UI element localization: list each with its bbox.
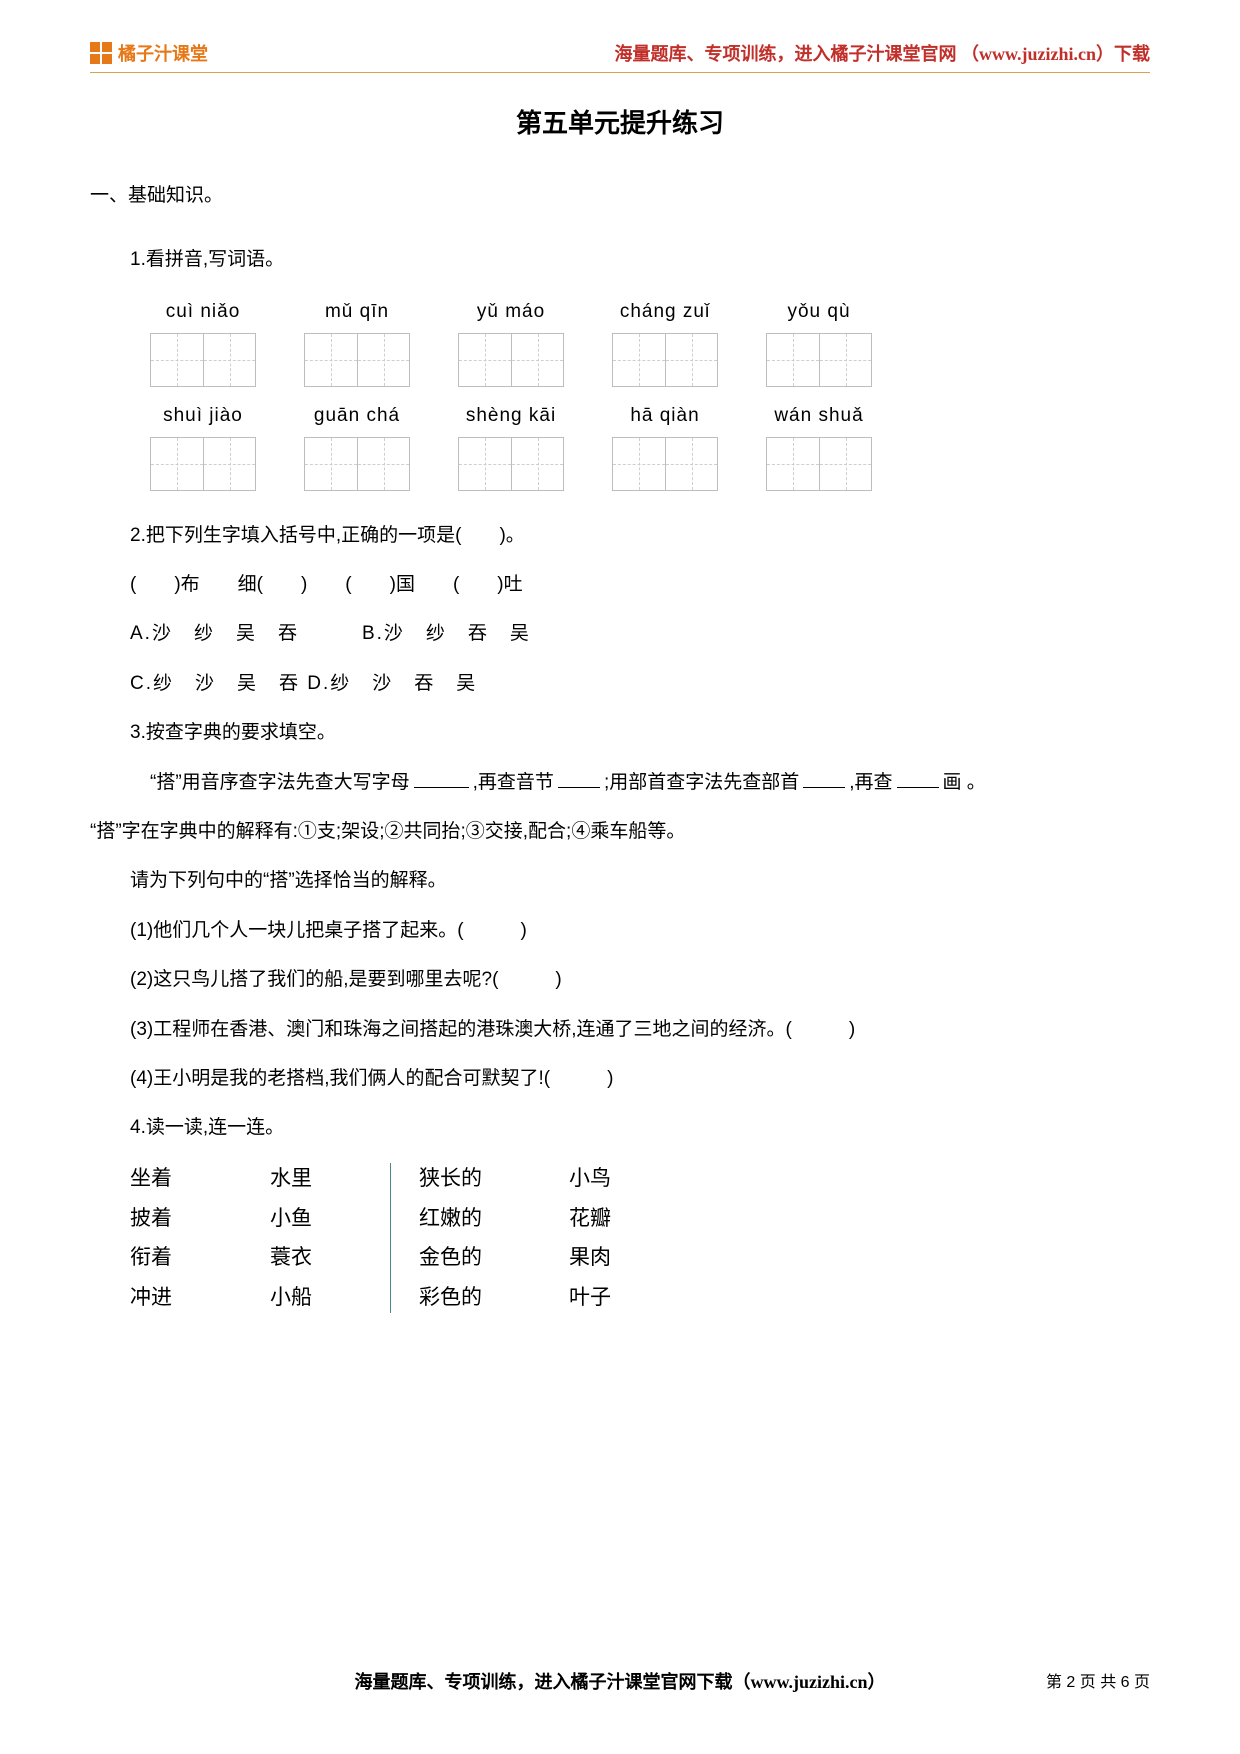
match-col-a: 坐着 披着 衔着 冲进: [130, 1159, 270, 1319]
question-2-options-1: A.沙 纱 吴 吞 B.沙 纱 吞 吴: [130, 609, 1150, 658]
pinyin-label: wán shuǎ: [774, 405, 863, 427]
match-item: 冲进: [130, 1278, 270, 1318]
brand-text: 橘子汁课堂: [118, 40, 208, 66]
write-grid[interactable]: [612, 437, 718, 491]
pinyin-label: yǒu qù: [787, 301, 850, 323]
text: 画 。: [943, 772, 986, 793]
logo-icon: [90, 42, 112, 64]
text: “搭”用音序查字法先查大写字母: [150, 772, 410, 793]
pinyin-item: yǔ máo: [458, 301, 564, 387]
match-item: 彩色的: [419, 1278, 569, 1318]
pinyin-label: yǔ máo: [477, 301, 545, 323]
pinyin-item: mǔ qīn: [304, 301, 410, 387]
write-grid[interactable]: [304, 333, 410, 387]
match-item: 蓑衣: [270, 1238, 380, 1278]
section-heading: 一、基础知识。: [90, 180, 1150, 207]
page-footer: 海量题库、专项训练，进入橘子汁课堂官网下载（www.juzizhi.cn） 第 …: [0, 1668, 1240, 1694]
question-4: 4.读一读,连一连。: [130, 1103, 1150, 1152]
match-item: 叶子: [569, 1278, 679, 1318]
write-grid[interactable]: [458, 333, 564, 387]
pinyin-row-1: cuì niǎo mǔ qīn yǔ máo cháng zuǐ yǒu qù: [90, 301, 1150, 387]
page-title: 第五单元提升练习: [90, 103, 1150, 140]
pinyin-label: guān chá: [314, 405, 400, 427]
match-item: 金色的: [419, 1238, 569, 1278]
pinyin-item: shuì jiào: [150, 405, 256, 491]
write-grid[interactable]: [458, 437, 564, 491]
question-3-fill: “搭”用音序查字法先查大写字母 ,再查音节 ;用部首查字法先查部首 ,再查 画 。: [90, 758, 1150, 807]
question-2-blanks: ( )布 细( ) ( )国 ( )吐: [130, 560, 1150, 609]
pinyin-label: shèng kāi: [466, 405, 556, 427]
pinyin-label: mǔ qīn: [325, 301, 389, 323]
write-grid[interactable]: [766, 437, 872, 491]
question-1: 1.看拼音,写词语。: [130, 237, 1150, 283]
write-grid[interactable]: [150, 333, 256, 387]
pinyin-item: guān chá: [304, 405, 410, 491]
question-3-sub4: (4)王小明是我的老搭档,我们俩人的配合可默契了!( ): [130, 1054, 1150, 1103]
pinyin-label: cháng zuǐ: [620, 301, 710, 323]
footer-text: 海量题库、专项训练，进入橘子汁课堂官网下载（www.juzizhi.cn）: [355, 1672, 886, 1692]
match-item: 果肉: [569, 1238, 679, 1278]
match-item: 红嫩的: [419, 1199, 569, 1239]
page-header: 橘子汁课堂 海量题库、专项训练，进入橘子汁课堂官网 （www.juzizhi.c…: [90, 40, 1150, 73]
pinyin-item: wán shuǎ: [766, 405, 872, 491]
match-col-c: 狭长的 红嫩的 金色的 彩色的: [419, 1159, 569, 1319]
pinyin-item: yǒu qù: [766, 301, 872, 387]
match-col-d: 小鸟 花瓣 果肉 叶子: [569, 1159, 679, 1319]
question-2: 2.把下列生字填入括号中,正确的一项是( )。: [130, 511, 1150, 560]
blank[interactable]: [414, 767, 469, 788]
question-3-sub3: (3)工程师在香港、澳门和珠海之间搭起的港珠澳大桥,连通了三地之间的经济。( ): [130, 1005, 1150, 1054]
write-grid[interactable]: [766, 333, 872, 387]
pinyin-item: cháng zuǐ: [612, 301, 718, 387]
divider-line: [390, 1163, 391, 1313]
pinyin-item: cuì niǎo: [150, 301, 256, 387]
question-3-sub2: (2)这只鸟儿搭了我们的船,是要到哪里去呢?( ): [130, 955, 1150, 1004]
brand: 橘子汁课堂: [90, 40, 208, 66]
text: ,再查音节: [473, 772, 554, 793]
write-grid[interactable]: [612, 333, 718, 387]
match-col-b: 水里 小鱼 蓑衣 小船: [270, 1159, 380, 1319]
match-item: 衔着: [130, 1238, 270, 1278]
text: ;用部首查字法先查部首: [604, 772, 799, 793]
blank[interactable]: [558, 767, 600, 788]
match-item: 水里: [270, 1159, 380, 1199]
match-item: 披着: [130, 1199, 270, 1239]
matching-exercise: 坐着 披着 衔着 冲进 水里 小鱼 蓑衣 小船 狭长的 红嫩的 金色的 彩色的 …: [90, 1159, 1150, 1319]
match-item: 小船: [270, 1278, 380, 1318]
question-3-defs: “搭”字在字典中的解释有:①支;架设;②共同抬;③交接,配合;④乘车船等。: [90, 807, 1150, 856]
pinyin-row-2: shuì jiào guān chá shèng kāi hā qiàn wán…: [90, 405, 1150, 491]
blank[interactable]: [897, 767, 939, 788]
pinyin-item: shèng kāi: [458, 405, 564, 491]
match-item: 小鸟: [569, 1159, 679, 1199]
match-item: 坐着: [130, 1159, 270, 1199]
pinyin-item: hā qiàn: [612, 405, 718, 491]
question-3-sub1: (1)他们几个人一块儿把桌子搭了起来。( ): [130, 906, 1150, 955]
page-number: 第 2 页 共 6 页: [1046, 1668, 1150, 1692]
question-3: 3.按查字典的要求填空。: [130, 708, 1150, 757]
question-2-options-2: C.纱 沙 吴 吞 D.纱 沙 吞 吴: [130, 659, 1150, 708]
write-grid[interactable]: [150, 437, 256, 491]
match-item: 狭长的: [419, 1159, 569, 1199]
question-3-prompt: 请为下列句中的“搭”选择恰当的解释。: [130, 856, 1150, 905]
match-item: 小鱼: [270, 1199, 380, 1239]
pinyin-label: hā qiàn: [630, 405, 699, 427]
pinyin-label: cuì niǎo: [166, 301, 241, 323]
match-item: 花瓣: [569, 1199, 679, 1239]
header-note: 海量题库、专项训练，进入橘子汁课堂官网 （www.juzizhi.cn）下载: [615, 40, 1151, 66]
text: ,再查: [849, 772, 892, 793]
pinyin-label: shuì jiào: [163, 405, 243, 427]
blank[interactable]: [803, 767, 845, 788]
write-grid[interactable]: [304, 437, 410, 491]
